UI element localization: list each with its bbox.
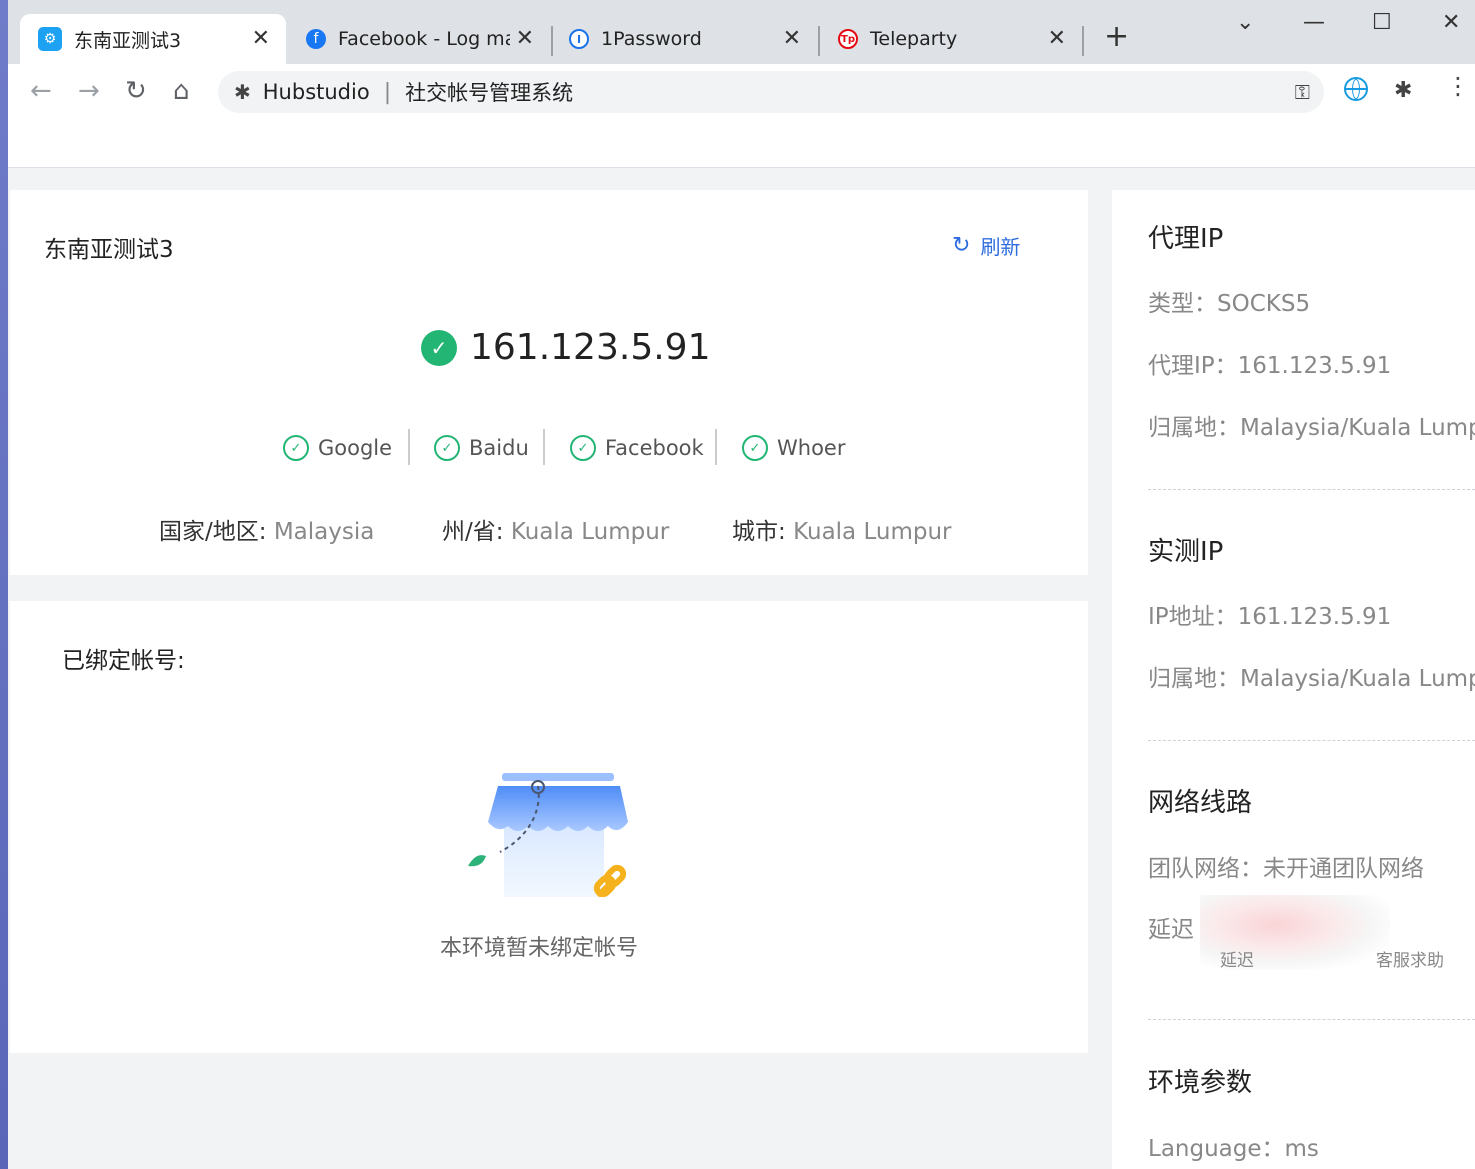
environment-name: 东南亚测试3 bbox=[44, 237, 174, 263]
home-icon[interactable]: ⌂ bbox=[173, 76, 190, 106]
ip-ok-icon: ✓ bbox=[421, 330, 457, 366]
tab-search-icon[interactable]: ⌄ bbox=[1236, 10, 1254, 35]
ip-address: 161.123.5.91 bbox=[470, 327, 711, 368]
site-check-facebook: ✓ Facebook bbox=[570, 430, 704, 466]
check-circle-icon: ✓ bbox=[570, 435, 596, 461]
divider bbox=[408, 429, 410, 465]
latency-hint: 延迟 bbox=[1220, 951, 1254, 971]
accounts-title: 已绑定帐号: bbox=[62, 648, 185, 674]
close-icon[interactable]: ✕ bbox=[516, 26, 534, 51]
divider bbox=[1148, 1019, 1475, 1020]
city-info: 城市: Kuala Lumpur bbox=[732, 512, 952, 546]
site-check-baidu: ✓ Baidu bbox=[434, 430, 529, 466]
reload-icon[interactable]: ↻ bbox=[125, 76, 147, 106]
site-label: Whoer bbox=[777, 436, 846, 460]
site-check-whoer: ✓ Whoer bbox=[742, 430, 845, 466]
network-heading: 网络线路 bbox=[1148, 788, 1253, 818]
tab-divider bbox=[1082, 26, 1084, 56]
empty-accounts-text: 本环境暂未绑定帐号 bbox=[440, 936, 639, 961]
city-value: Kuala Lumpur bbox=[793, 519, 952, 545]
tab-divider bbox=[551, 26, 553, 56]
tab-1password[interactable]: I 1Password ✕ bbox=[555, 14, 817, 64]
refresh-icon: ↻ bbox=[952, 233, 971, 258]
proxy-location: 归属地：Malaysia/Kuala Lumpur bbox=[1148, 415, 1475, 441]
close-icon[interactable]: ✕ bbox=[1048, 26, 1066, 51]
app-header bbox=[8, 120, 1475, 168]
country-info: 国家/地区: Malaysia bbox=[159, 512, 374, 546]
params-heading: 环境参数 bbox=[1148, 1068, 1253, 1098]
hubstudio-icon: ⚙ bbox=[38, 27, 62, 51]
separator: | bbox=[383, 79, 392, 105]
proxy-ip-heading: 代理IP bbox=[1148, 224, 1224, 254]
proxy-type: 类型：SOCKS5 bbox=[1148, 291, 1311, 317]
latency-label: 延迟 bbox=[1148, 917, 1194, 943]
address-bar[interactable]: ✱ Hubstudio | 社交帐号管理系统 ⚿ bbox=[218, 71, 1324, 113]
globe-icon[interactable] bbox=[1344, 77, 1368, 101]
divider bbox=[1148, 740, 1475, 741]
tab-divider bbox=[818, 26, 820, 56]
onepassword-icon: I bbox=[569, 29, 589, 49]
tab-facebook[interactable]: f Facebook - Log ma ✕ bbox=[290, 14, 550, 64]
window-edge bbox=[0, 0, 8, 1169]
site-label: Baidu bbox=[469, 436, 529, 460]
check-circle-icon: ✓ bbox=[283, 435, 309, 461]
refresh-label: 刷新 bbox=[980, 235, 1021, 259]
minimize-button[interactable]: — bbox=[1303, 10, 1325, 35]
new-tab-button[interactable]: + bbox=[1104, 22, 1129, 52]
key-icon[interactable]: ⚿ bbox=[1295, 80, 1310, 104]
site-label: Google bbox=[318, 436, 393, 460]
tab-title: Teleparty bbox=[870, 28, 958, 50]
state-info: 州/省: Kuala Lumpur bbox=[442, 512, 669, 546]
real-ip-heading: 实测IP bbox=[1148, 537, 1224, 567]
divider bbox=[1148, 489, 1475, 490]
tab-title: 东南亚测试3 bbox=[74, 29, 182, 52]
team-network: 团队网络：未开通团队网络 bbox=[1148, 856, 1424, 882]
teleparty-icon: Tp bbox=[838, 29, 858, 49]
site-name: Hubstudio bbox=[262, 80, 370, 104]
window-close-button[interactable]: ✕ bbox=[1442, 10, 1460, 35]
extensions-icon[interactable]: ✱ bbox=[1394, 78, 1412, 103]
site-label: Facebook bbox=[605, 436, 704, 460]
country-value: Malaysia bbox=[273, 519, 375, 545]
site-check-google: ✓ Google bbox=[283, 430, 392, 466]
country-label: 国家/地区: bbox=[159, 519, 267, 545]
page-title: 社交帐号管理系统 bbox=[405, 81, 574, 105]
close-icon[interactable]: ✕ bbox=[252, 26, 270, 51]
maximize-button[interactable]: ☐ bbox=[1372, 10, 1392, 35]
refresh-button[interactable]: ↻ 刷新 bbox=[952, 231, 1020, 260]
tab-active[interactable]: ⚙ 东南亚测试3 ✕ bbox=[20, 14, 286, 64]
menu-icon[interactable]: ⋮ bbox=[1446, 74, 1470, 98]
city-label: 城市: bbox=[732, 519, 786, 545]
tab-title: 1Password bbox=[601, 28, 702, 50]
proxy-ip: 代理IP：161.123.5.91 bbox=[1148, 353, 1392, 379]
forward-icon[interactable]: → bbox=[78, 76, 100, 106]
tab-title: Facebook - Log ma bbox=[338, 28, 510, 50]
facebook-icon: f bbox=[306, 29, 326, 49]
extension-icon: ✱ bbox=[234, 80, 251, 104]
check-circle-icon: ✓ bbox=[434, 435, 460, 461]
state-label: 州/省: bbox=[442, 519, 504, 545]
support-link[interactable]: 客服求助 bbox=[1376, 946, 1444, 971]
real-ip-location: 归属地：Malaysia/Kuala Lumpur bbox=[1148, 666, 1475, 692]
language-param: Language：ms bbox=[1148, 1136, 1319, 1162]
divider bbox=[715, 429, 717, 465]
empty-store-illustration bbox=[460, 770, 640, 910]
real-ip: IP地址：161.123.5.91 bbox=[1148, 604, 1392, 630]
state-value: Kuala Lumpur bbox=[510, 519, 670, 545]
check-circle-icon: ✓ bbox=[742, 435, 768, 461]
divider bbox=[543, 429, 545, 465]
close-icon[interactable]: ✕ bbox=[783, 26, 801, 51]
back-icon[interactable]: ← bbox=[30, 76, 52, 106]
tab-teleparty[interactable]: Tp Teleparty ✕ bbox=[822, 14, 1082, 64]
